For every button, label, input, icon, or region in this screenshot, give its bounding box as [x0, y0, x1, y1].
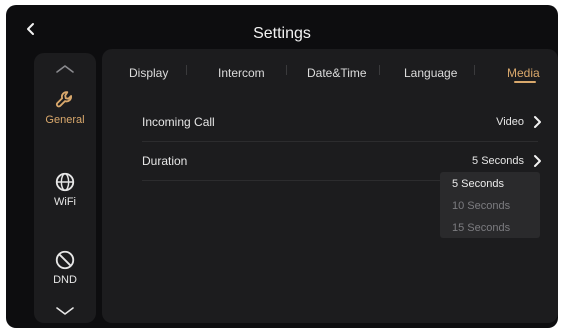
- setting-label: Duration: [142, 154, 188, 168]
- chevron-right-icon: [534, 116, 541, 128]
- globe-icon: [55, 172, 75, 192]
- sidebar-item-wifi[interactable]: WiFi: [34, 171, 96, 208]
- page-title: Settings: [253, 25, 311, 42]
- sidebar-item-general[interactable]: General: [34, 89, 96, 126]
- tab-display[interactable]: Display: [129, 66, 168, 80]
- tab-divider: [186, 65, 187, 75]
- sidebar-item-label: DND: [53, 274, 77, 286]
- tab-date-time[interactable]: Date&Time: [307, 66, 367, 80]
- chevron-down-icon[interactable]: [54, 305, 76, 317]
- sidebar-item-dnd[interactable]: DND: [34, 249, 96, 286]
- tab-divider: [286, 65, 287, 75]
- tab-media[interactable]: Media: [507, 66, 540, 80]
- chevron-up-icon[interactable]: [54, 63, 76, 75]
- active-tab-indicator: [514, 81, 536, 83]
- tab-language[interactable]: Language: [404, 66, 457, 80]
- dropdown-option[interactable]: 10 Seconds: [452, 200, 510, 212]
- dropdown-option[interactable]: 5 Seconds: [452, 178, 504, 190]
- no-entry-icon: [55, 250, 75, 270]
- chevron-right-icon: [534, 155, 541, 167]
- setting-value: 5 Seconds: [472, 155, 524, 167]
- duration-row[interactable]: Duration 5 Seconds: [102, 150, 558, 174]
- dropdown-option[interactable]: 15 Seconds: [452, 222, 510, 234]
- tab-intercom[interactable]: Intercom: [218, 66, 265, 80]
- sidebar-item-label: General: [45, 114, 85, 126]
- sidebar: General WiFi DND: [34, 53, 96, 323]
- duration-dropdown: 5 Seconds 10 Seconds 15 Seconds: [440, 172, 540, 238]
- sidebar-item-label: WiFi: [54, 196, 76, 208]
- settings-screen: Settings General WiFi DND Display Interc…: [6, 5, 558, 328]
- tab-divider: [474, 65, 475, 75]
- incoming-call-row[interactable]: Incoming Call Video: [102, 111, 558, 135]
- tab-bar: Display Intercom Date&Time Language Medi…: [102, 49, 558, 89]
- wrench-icon: [55, 91, 72, 108]
- divider: [142, 141, 538, 142]
- tab-divider: [379, 65, 380, 75]
- main-panel: Display Intercom Date&Time Language Medi…: [102, 49, 558, 323]
- setting-value: Video: [496, 116, 524, 128]
- setting-label: Incoming Call: [142, 115, 215, 129]
